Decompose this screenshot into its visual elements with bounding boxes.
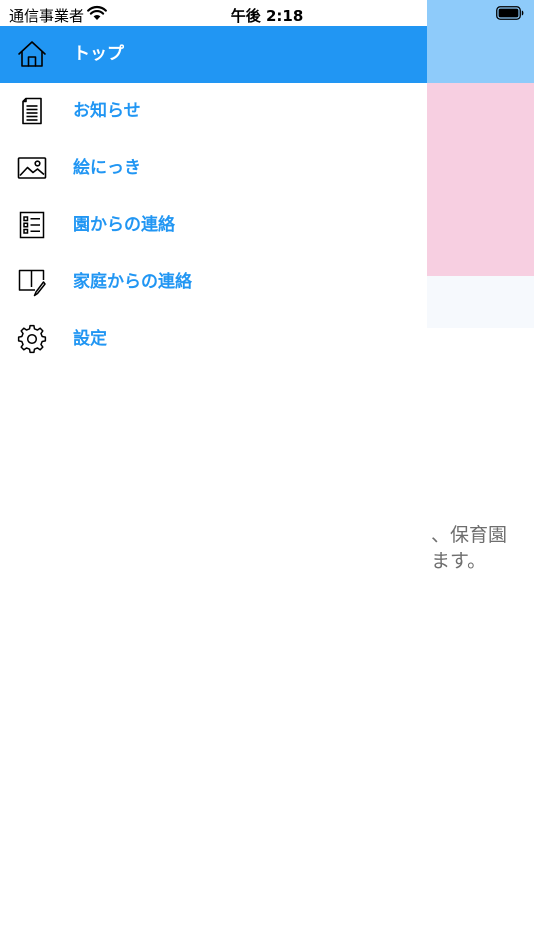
drawer-item-label: 設定 — [73, 329, 107, 349]
drawer-item-picture-diary[interactable]: 絵にっき — [0, 140, 427, 197]
note-pencil-icon — [18, 269, 46, 297]
background-panel — [427, 276, 534, 328]
drawer-item-notices[interactable]: お知らせ — [0, 83, 427, 140]
battery-icon — [496, 6, 524, 20]
drawer-item-label: トップ — [73, 44, 124, 64]
home-icon — [18, 41, 46, 67]
checklist-icon — [19, 211, 45, 239]
drawer-item-label: お知らせ — [73, 101, 141, 121]
status-time: 午後 2:18 — [230, 7, 304, 25]
drawer-item-top[interactable]: トップ — [0, 26, 427, 83]
background-text-line-2: ます。 — [431, 550, 487, 572]
status-bar: 通信事業者 午後 2:18 — [0, 0, 534, 26]
drawer-item-label: 家庭からの連絡 — [73, 272, 192, 292]
background-body-text: 、保育園 ます。 — [431, 522, 534, 574]
document-icon — [22, 97, 42, 125]
navigation-drawer: トップ お知らせ 絵にっき 園からの連絡 家庭からの連絡 設定 — [0, 0, 427, 950]
drawer-item-label: 絵にっき — [73, 158, 141, 178]
drawer-item-home-messages[interactable]: 家庭からの連絡 — [0, 254, 427, 311]
background-banner — [427, 83, 534, 276]
picture-icon — [17, 157, 47, 179]
drawer-item-school-messages[interactable]: 園からの連絡 — [0, 197, 427, 254]
drawer-item-label: 園からの連絡 — [73, 215, 175, 235]
gear-icon — [17, 324, 47, 354]
drawer-item-settings[interactable]: 設定 — [0, 311, 427, 368]
background-text-line-1: 、保育園 — [431, 524, 508, 546]
